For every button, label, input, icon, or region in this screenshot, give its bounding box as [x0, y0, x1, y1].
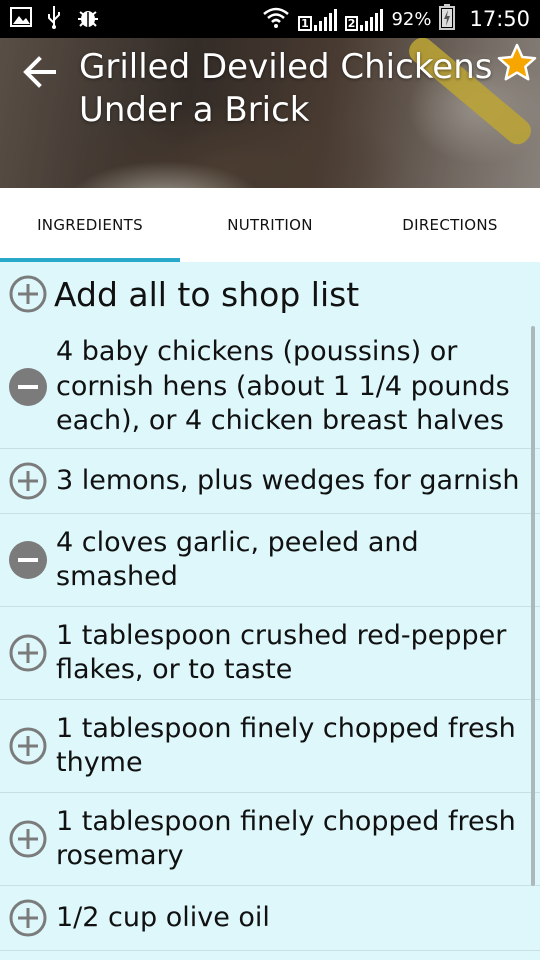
list-item[interactable]: 4 cloves garlic, peeled and smashed	[0, 514, 540, 607]
add-to-list-button[interactable]	[0, 898, 56, 938]
debug-icon	[76, 6, 100, 32]
plus-circle-icon	[9, 462, 47, 500]
usb-icon	[46, 5, 62, 33]
minus-circle-icon	[9, 368, 47, 406]
ingredient-text: 1 tablespoon crushed red-pepper flakes, …	[56, 619, 507, 686]
wifi-icon	[262, 6, 290, 33]
signal-icon-sim1: 1	[298, 7, 337, 31]
list-item[interactable]: 1/2 cup olive oil	[0, 886, 540, 951]
ingredient-text: 4 cloves garlic, peeled and smashed	[56, 526, 419, 593]
ingredient-text: 4 baby chickens (poussins) or cornish he…	[56, 336, 510, 437]
add-to-list-button[interactable]	[0, 726, 56, 766]
star-icon	[497, 43, 537, 81]
ingredient-text: 1 tablespoon finely chopped fresh rosema…	[56, 805, 516, 872]
add-to-list-button[interactable]	[0, 461, 56, 501]
tab-bar: INGREDIENTS NUTRITION DIRECTIONS	[0, 188, 540, 262]
favorite-button[interactable]	[496, 42, 538, 84]
add-all-to-shop-list-button[interactable]: Add all to shop list	[0, 262, 540, 326]
plus-circle-icon	[9, 820, 47, 858]
plus-circle-icon	[9, 275, 47, 313]
add-to-list-button[interactable]	[0, 819, 56, 859]
battery-percent: 92%	[391, 8, 432, 30]
minus-circle-icon	[9, 541, 47, 579]
ingredient-list: Add all to shop list 4 baby chickens (po…	[0, 262, 540, 960]
tab-ingredients[interactable]: INGREDIENTS	[0, 188, 180, 262]
remove-from-list-button[interactable]	[0, 540, 56, 580]
back-button[interactable]	[20, 52, 60, 92]
list-item[interactable]: 1 tablespoon finely chopped fresh thyme	[0, 700, 540, 793]
image-icon	[10, 7, 32, 31]
recipe-header-image: Grilled Deviled Chickens Under a Brick	[0, 38, 540, 188]
list-item[interactable]: 1 tablespoon finely chopped fresh rosema…	[0, 793, 540, 886]
status-bar: 1 2 92% 17:50	[0, 0, 540, 38]
scrollbar[interactable]	[531, 326, 535, 886]
ingredient-text: 3 lemons, plus wedges for garnish	[56, 464, 520, 496]
remove-from-list-button[interactable]	[0, 367, 56, 407]
add-to-list-button[interactable]	[0, 633, 56, 673]
tab-directions[interactable]: DIRECTIONS	[360, 188, 540, 262]
arrow-back-icon	[23, 56, 56, 88]
list-item[interactable]: 1 tablespoon crushed red-pepper flakes, …	[0, 607, 540, 700]
tab-nutrition[interactable]: NUTRITION	[180, 188, 360, 262]
plus-circle-icon	[9, 634, 47, 672]
sim2-label: 2	[344, 16, 359, 31]
battery-charging-icon	[439, 3, 456, 35]
ingredient-text: 1 tablespoon finely chopped fresh thyme	[56, 712, 516, 779]
signal-icon-sim2: 2	[344, 7, 384, 31]
list-item[interactable]: 4 baby chickens (poussins) or cornish he…	[0, 326, 540, 449]
plus-circle-icon	[9, 899, 47, 937]
add-all-label: Add all to shop list	[54, 274, 360, 314]
list-item[interactable]: 3 lemons, plus wedges for garnish	[0, 449, 540, 514]
clock: 17:50	[469, 7, 530, 31]
sim1-label: 1	[298, 16, 312, 31]
ingredient-text: 1/2 cup olive oil	[56, 901, 270, 933]
plus-circle-icon	[9, 727, 47, 765]
recipe-title: Grilled Deviled Chickens Under a Brick	[79, 47, 493, 130]
